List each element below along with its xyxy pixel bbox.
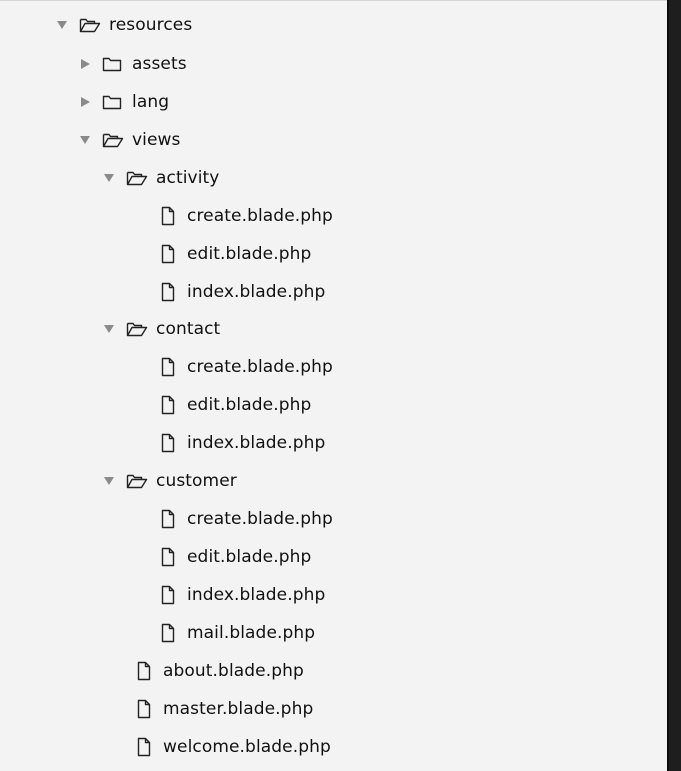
folder-open-icon (126, 471, 148, 491)
tree-file-about[interactable]: about.blade.php (0, 653, 681, 689)
tree-file-customer-mail[interactable]: mail.blade.php (0, 615, 681, 651)
file-icon (157, 244, 179, 264)
caret-right-icon[interactable] (78, 95, 92, 109)
folder-open-icon (102, 130, 124, 150)
tree-item-label: contact (156, 319, 221, 339)
tree-file-customer-index[interactable]: index.blade.php (0, 577, 681, 613)
tree-folder-contact[interactable]: contact (0, 311, 681, 347)
tree-item-label: about.blade.php (163, 661, 304, 681)
tree-item-label: lang (132, 92, 170, 112)
editor-edge-border (667, 0, 669, 771)
tree-item-label: welcome.blade.php (163, 737, 331, 757)
tree-file-activity-create[interactable]: create.blade.php (0, 198, 681, 234)
tree-file-customer-edit[interactable]: edit.blade.php (0, 539, 681, 575)
tree-folder-views[interactable]: views (0, 122, 681, 158)
file-icon (157, 282, 179, 302)
tree-file-contact-index[interactable]: index.blade.php (0, 425, 681, 461)
tree-item-label: edit.blade.php (187, 395, 312, 415)
caret-down-icon[interactable] (102, 474, 116, 488)
caret-down-icon[interactable] (102, 171, 116, 185)
caret-right-icon[interactable] (78, 57, 92, 71)
file-icon (157, 433, 179, 453)
tree-folder-resources[interactable]: resources (0, 7, 681, 43)
folder-open-icon (126, 168, 148, 188)
tree-file-activity-index[interactable]: index.blade.php (0, 274, 681, 310)
tree-item-label: create.blade.php (187, 509, 333, 529)
tree-file-contact-create[interactable]: create.blade.php (0, 349, 681, 385)
tree-item-label: master.blade.php (163, 699, 314, 719)
tree-file-activity-edit[interactable]: edit.blade.php (0, 236, 681, 272)
tree-item-label: create.blade.php (187, 206, 333, 226)
caret-down-icon[interactable] (102, 322, 116, 336)
tree-file-customer-create[interactable]: create.blade.php (0, 501, 681, 537)
tree-item-label: mail.blade.php (187, 623, 316, 643)
folder-open-icon (79, 15, 101, 35)
tree-folder-assets[interactable]: assets (0, 46, 681, 82)
tree-item-label: index.blade.php (187, 433, 326, 453)
tree-item-label: create.blade.php (187, 357, 333, 377)
folder-icon (102, 54, 124, 74)
tree-item-label: edit.blade.php (187, 244, 312, 264)
file-icon (157, 623, 179, 643)
folder-icon (102, 92, 124, 112)
tree-folder-activity[interactable]: activity (0, 160, 681, 196)
editor-edge (667, 0, 681, 771)
tree-item-label: views (132, 130, 181, 150)
tree-file-welcome[interactable]: welcome.blade.php (0, 729, 681, 765)
folder-open-icon (126, 319, 148, 339)
tree-folder-customer[interactable]: customer (0, 463, 681, 499)
tree-item-label: index.blade.php (187, 282, 326, 302)
file-icon (157, 585, 179, 605)
file-icon (157, 395, 179, 415)
tree-item-label: resources (109, 15, 193, 35)
caret-down-icon[interactable] (78, 133, 92, 147)
tree-item-label: assets (132, 54, 187, 74)
file-icon (133, 737, 155, 757)
tree-file-master[interactable]: master.blade.php (0, 691, 681, 727)
file-tree-panel: resources assets lang views activity cre… (0, 0, 667, 771)
tree-file-contact-edit[interactable]: edit.blade.php (0, 387, 681, 423)
file-explorer-window: resources assets lang views activity cre… (0, 0, 681, 771)
file-icon (133, 699, 155, 719)
caret-down-icon[interactable] (55, 18, 69, 32)
file-icon (157, 206, 179, 226)
file-icon (157, 357, 179, 377)
tree-item-label: edit.blade.php (187, 547, 312, 567)
file-icon (133, 661, 155, 681)
file-icon (157, 509, 179, 529)
tree-item-label: activity (156, 168, 220, 188)
tree-item-label: customer (156, 471, 237, 491)
file-icon (157, 547, 179, 567)
tree-folder-lang[interactable]: lang (0, 84, 681, 120)
tree-item-label: index.blade.php (187, 585, 326, 605)
